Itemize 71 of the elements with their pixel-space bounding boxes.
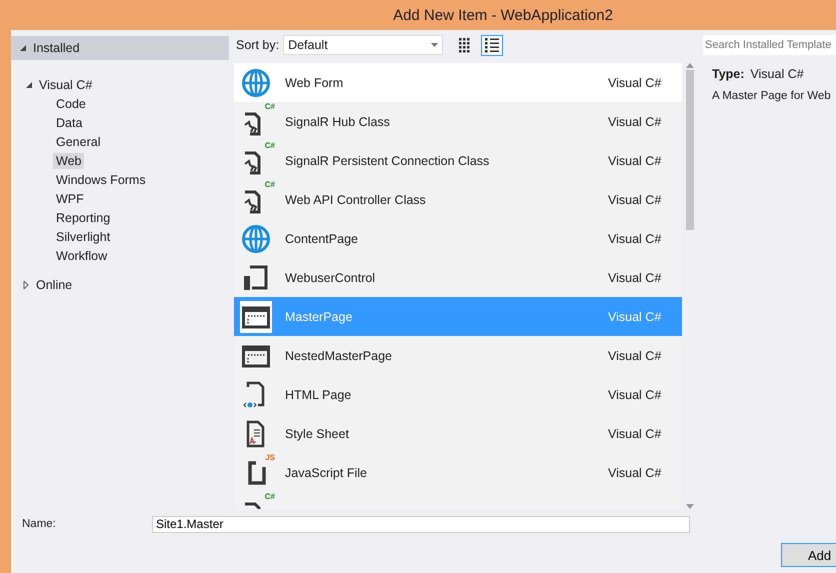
template-item[interactable]: C# SignalR Hub Class Visual C#: [234, 102, 682, 141]
tree-item[interactable]: Online: [11, 276, 76, 292]
type-value: Visual C#: [750, 67, 804, 81]
template-language: Visual C#: [608, 76, 662, 90]
expanded-arrow-icon[interactable]: [19, 44, 27, 52]
template-language: Visual C#: [608, 310, 662, 324]
icon-badge-label: C#: [264, 492, 275, 500]
template-name: SignalR Hub Class: [285, 114, 391, 128]
collapsed-arrow-icon[interactable]: [22, 280, 30, 288]
tree-item[interactable]: Reporting: [53, 210, 114, 226]
tree-item[interactable]: Web: [53, 152, 84, 168]
template-language: Visual C#: [608, 348, 662, 362]
template-language: Visual C#: [608, 192, 662, 206]
globe-icon: [242, 224, 270, 252]
template-language: Visual C#: [608, 466, 662, 480]
template-name: SignalR Persistent Connection Class: [285, 154, 490, 168]
template-item[interactable]: HTML Page Visual C#: [234, 375, 682, 414]
template-description: A Master Page for Web: [712, 90, 832, 102]
tree-item[interactable]: Workflow: [53, 248, 110, 264]
search-field[interactable]: Search Installed Template: [703, 35, 836, 55]
control-icon: [242, 264, 270, 292]
globe-icon: [242, 68, 270, 96]
template-item[interactable]: WebuserControl Visual C#: [234, 258, 682, 297]
type-label: Type:: [712, 67, 744, 81]
template-language: Visual C#: [608, 114, 662, 128]
tree-item[interactable]: General: [53, 134, 104, 150]
template-language: Visual C#: [608, 426, 662, 440]
tree-item[interactable]: Code: [53, 96, 89, 112]
template-item[interactable]: C# Web API Controller Class Visual C#: [234, 180, 682, 219]
sort-dropdown[interactable]: Default: [283, 35, 444, 55]
template-language: Visual C#: [608, 154, 662, 168]
template-name: ContentPage: [285, 232, 359, 246]
template-name: HTML Page: [285, 388, 352, 402]
scroll-thumb[interactable]: [686, 70, 694, 230]
window-title: Add New Item - WebApplication2: [393, 6, 613, 24]
template-item[interactable]: JS JavaScript File Visual C#: [234, 453, 682, 492]
tree-item[interactable]: Silverlight: [53, 228, 114, 244]
template-language: Visual C#: [608, 270, 662, 284]
template-language: Visual C#: [608, 388, 662, 402]
icon-badge-label: C#: [264, 180, 275, 188]
template-language: Visual C#: [608, 232, 662, 246]
expanded-arrow-icon[interactable]: [25, 80, 33, 88]
template-item[interactable]: C#: [234, 492, 682, 509]
template-name: MasterPage: [285, 310, 354, 324]
list-icon: [485, 38, 500, 52]
name-label: Name:: [21, 518, 57, 530]
template-name: Style Sheet: [285, 426, 350, 440]
tree-item[interactable]: Windows Forms: [53, 172, 149, 188]
template-item[interactable]: Style Sheet Visual C#: [234, 414, 682, 453]
icon-badge-label: C#: [264, 102, 275, 110]
icon-badge-label: C#: [264, 142, 275, 150]
template-name: Web API Controller Class: [285, 192, 427, 206]
tree-item[interactable]: WPF: [53, 190, 87, 206]
template-item[interactable]: NestedMasterPage Visual C#: [234, 336, 682, 375]
template-name: NestedMasterPage: [285, 348, 394, 362]
template-item[interactable]: C# SignalR Persistent Connection Class Visual C#: [234, 141, 682, 180]
template-name: JavaScript File: [285, 466, 368, 480]
tree-item[interactable]: Data: [53, 114, 86, 130]
add-button[interactable]: Add: [781, 543, 836, 567]
tree-item[interactable]: Installed: [11, 36, 229, 60]
name-field[interactable]: Site1.Master: [152, 516, 690, 532]
window-layout-icon: [242, 302, 270, 330]
template-item[interactable]: ContentPage Visual C#: [234, 219, 682, 258]
icon-badge-label: JS: [265, 454, 275, 462]
template-name: Web Form: [285, 76, 344, 90]
sort-label: Sort by:: [236, 38, 280, 52]
template-item[interactable]: Web Form Visual C#: [234, 63, 682, 102]
dropdown-caret-icon: [431, 43, 438, 47]
list-view-button[interactable]: [481, 34, 504, 56]
template-name: WebuserControl: [285, 270, 376, 284]
tree-item[interactable]: Visual C#: [11, 76, 96, 92]
